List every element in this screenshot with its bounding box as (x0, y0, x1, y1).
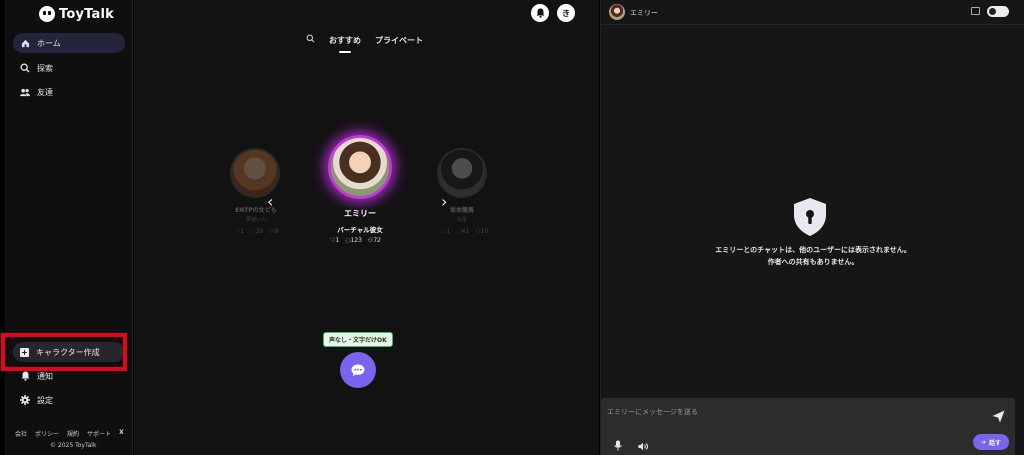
friends-icon (20, 87, 30, 97)
profile-avatar-button[interactable]: き (557, 4, 575, 22)
tab-private[interactable]: プライベート (375, 35, 423, 46)
send-icon[interactable] (992, 408, 1005, 427)
character-stats-right: ♡1 ◌41 ⚇10 (441, 228, 488, 235)
footer-link-support[interactable]: サポート (87, 429, 111, 438)
text-only-badge: 声なし・文字だけOK (323, 332, 393, 347)
chats-icon: ◌41 (456, 228, 470, 235)
plus-icon: + (20, 347, 29, 357)
footer-links: 会社 ポリシー 規約 サポート X (15, 429, 124, 438)
speaker-icon[interactable] (638, 436, 649, 455)
character-name-right: 坂本龍馬 (449, 207, 474, 214)
gear-icon (20, 395, 30, 405)
create-character-button[interactable]: + キャラクター作成 (13, 342, 125, 362)
tab-bar: おすすめ プライベート (306, 34, 423, 53)
character-stats-left: ♡1 ◌39 ⚇9 (235, 228, 278, 235)
sidebar-item-friends[interactable]: 友達 (13, 82, 125, 102)
app-logo[interactable]: ToyTalk (39, 6, 114, 22)
chat-bubble-icon (351, 364, 365, 376)
bell-icon (536, 8, 544, 18)
x-icon[interactable]: X (119, 429, 124, 438)
sidebar-item-label: ホーム (37, 38, 61, 48)
message-input[interactable] (607, 408, 947, 416)
home-icon (20, 38, 30, 48)
sidebar-item-label: 友達 (37, 87, 53, 97)
sidebar-item-settings[interactable]: 設定 (13, 390, 125, 410)
chat-toggle[interactable] (987, 6, 1009, 17)
sidebar-item-label: 探索 (37, 63, 53, 73)
copyright: © 2025 ToyTalk (50, 442, 97, 449)
character-subtitle-right: 先生 (456, 217, 467, 223)
sidebar-item-notifications[interactable]: 通知 (13, 366, 125, 386)
chat-character-name: エミリー (630, 9, 658, 17)
message-composer: ➔ 話す (601, 398, 1015, 455)
bell-icon (20, 371, 30, 381)
users-icon: ⚇9 (269, 228, 279, 235)
tab-recommended[interactable]: おすすめ (329, 35, 361, 53)
footer-link-company[interactable]: 会社 (15, 429, 27, 438)
explore-icon (20, 63, 30, 73)
app-name: ToyTalk (59, 6, 115, 22)
search-icon[interactable] (306, 34, 315, 46)
chat-button[interactable] (340, 352, 376, 388)
privacy-notice: エミリーとのチャットは、他のユーザーには表示されません。 作者への共有もありませ… (601, 244, 1024, 268)
users-icon: ⚇10 (475, 228, 489, 235)
logo-icon (39, 6, 55, 22)
sidebar-item-label: 通知 (37, 371, 53, 381)
chat-panel: エミリー エミリーとのチャットは、他のユーザーには表示されません。 作者への共有… (600, 0, 1024, 455)
footer-link-terms[interactable]: 規約 (67, 429, 79, 438)
chats-icon: ◌123 (345, 237, 362, 244)
footer-link-policy[interactable]: ポリシー (35, 429, 59, 438)
character-subtitle-left: 夢追い人 (245, 217, 266, 223)
character-name-left: ENTPの女ども (235, 207, 277, 214)
likes-icon: ♡1 (330, 237, 340, 244)
likes-icon: ♡1 (235, 228, 245, 235)
character-stats-center: ♡1 ◌123 ⚇72 (330, 237, 381, 244)
privacy-notice-line1: エミリーとのチャットは、他のユーザーには表示されません。 (715, 246, 911, 254)
chevron-left-icon[interactable]: ‹ (267, 192, 273, 211)
chat-avatar[interactable] (609, 4, 625, 20)
users-icon: ⚇72 (367, 237, 381, 244)
sidebar-item-explore[interactable]: 探索 (13, 58, 125, 78)
sidebar-item-home[interactable]: ホーム (13, 33, 125, 53)
character-avatar-center[interactable] (328, 135, 392, 199)
chat-header: エミリー (601, 0, 1024, 25)
cast-icon[interactable] (971, 7, 980, 15)
chevron-right-icon[interactable]: › (441, 192, 447, 211)
sidebar-item-label: 設定 (37, 395, 53, 405)
main-content: き おすすめ プライベート ENTPの女ども 夢追い人 ♡1 ◌39 ⚇9 エミ… (134, 0, 599, 455)
speak-button[interactable]: ➔ 話す (972, 434, 1009, 450)
notification-button[interactable] (531, 4, 549, 22)
microphone-icon[interactable] (614, 436, 622, 455)
chats-icon: ◌39 (250, 228, 264, 235)
character-avatar-left[interactable] (230, 148, 280, 198)
character-subtitle-center: バーチャル彼女 (337, 226, 383, 234)
likes-icon: ♡1 (441, 228, 451, 235)
speak-label: 話す (988, 439, 1001, 447)
sidebar: ToyTalk ホーム 探索 友達 + キャラクター作成 通知 設定 会社 ポリ… (5, 0, 133, 455)
create-character-label: キャラクター作成 (36, 347, 100, 357)
shield-lock-icon (791, 197, 829, 241)
speak-arrow-icon: ➔ (980, 438, 986, 446)
privacy-notice-line2: 作者への共有もありません。 (767, 258, 859, 266)
character-name-center: エミリー (344, 209, 376, 218)
character-avatar-right[interactable] (437, 148, 487, 198)
